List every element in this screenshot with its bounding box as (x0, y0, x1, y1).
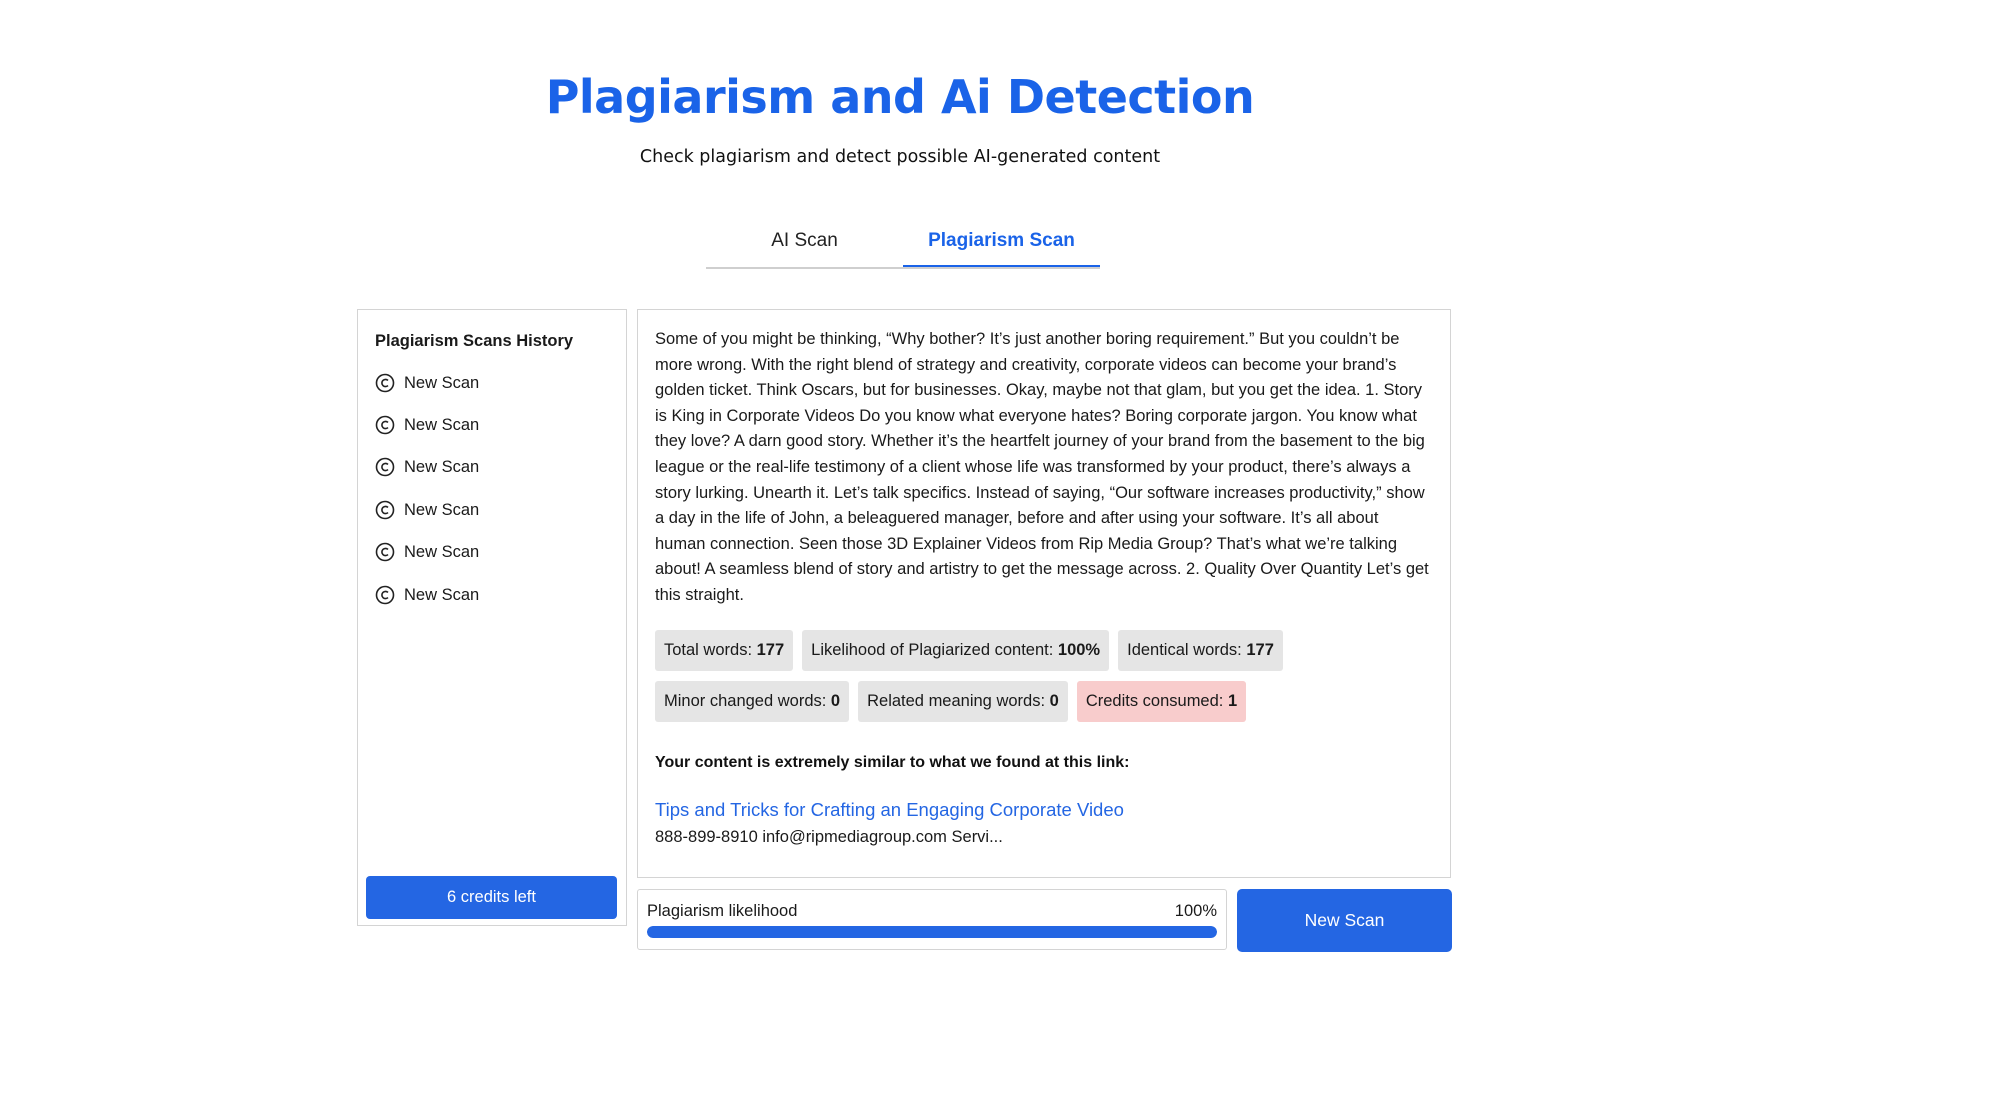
copyright-icon (375, 585, 395, 605)
history-item[interactable]: New Scan (375, 370, 479, 396)
copyright-icon (375, 500, 395, 520)
tab-ai-scan[interactable]: AI Scan (706, 224, 903, 265)
new-scan-button[interactable]: New Scan (1237, 889, 1452, 952)
history-item[interactable]: New Scan (375, 539, 479, 565)
page-title: Plagiarism and Ai Detection (545, 70, 1255, 124)
stat-label: Likelihood of Plagiarized content: (811, 641, 1058, 659)
plagiarism-likelihood-stat: Likelihood of Plagiarized content: 100% (802, 630, 1110, 671)
stat-value: 177 (1246, 641, 1274, 659)
stat-value: 0 (830, 692, 841, 710)
stat-value: 1 (1227, 692, 1238, 710)
related-meaning-words-stat: Related meaning words: 0 (858, 681, 1068, 722)
history-item-label: New Scan (404, 542, 480, 561)
scan-result-panel: Some of you might be thinking, “Why both… (637, 309, 1451, 878)
likelihood-value: 100% (1174, 902, 1217, 920)
scan-history-sidebar: Plagiarism Scans History New Scan New Sc… (357, 309, 627, 926)
stat-label: Minor changed words: (664, 692, 831, 710)
scan-tabs: AI Scan Plagiarism Scan (706, 224, 1100, 269)
copyright-icon (375, 373, 395, 393)
copyright-icon (375, 457, 395, 477)
stat-value: 0 (1049, 692, 1059, 710)
tab-plagiarism-scan[interactable]: Plagiarism Scan (903, 224, 1100, 267)
likelihood-label: Plagiarism likelihood (647, 902, 798, 920)
stat-label: Credits consumed: (1085, 692, 1228, 710)
page-subtitle: Check plagiarism and detect possible AI-… (639, 147, 1161, 167)
scanned-text: Some of you might be thinking, “Why both… (655, 330, 1429, 604)
identical-words-stat: Identical words: 177 (1118, 630, 1283, 671)
stat-label: Total words: (664, 641, 757, 659)
history-item-label: New Scan (404, 500, 480, 519)
credits-consumed-stat: Credits consumed: 1 (1076, 681, 1247, 722)
source-snippet: 888-899-8910 info@ripmediagroup.com Serv… (655, 828, 1003, 846)
plagiarism-likelihood-meter: Plagiarism likelihood 100% (637, 889, 1227, 950)
total-words-stat: Total words: 177 (655, 630, 794, 671)
minor-changed-words-stat: Minor changed words: 0 (655, 681, 850, 722)
history-item-label: New Scan (404, 415, 480, 434)
stat-value: 100% (1057, 641, 1101, 659)
stats-row: Minor changed words: 0 Related meaning w… (655, 681, 1247, 722)
source-link[interactable]: Tips and Tricks for Crafting an Engaging… (655, 799, 1124, 821)
history-item[interactable]: New Scan (375, 497, 479, 523)
history-item[interactable]: New Scan (375, 454, 479, 480)
stat-label: Identical words: (1127, 641, 1247, 659)
history-item[interactable]: New Scan (375, 582, 479, 608)
copyright-icon (375, 415, 395, 435)
likelihood-progress-track (647, 926, 1217, 938)
history-item-label: New Scan (404, 457, 480, 476)
credits-left-badge: 6 credits left (366, 876, 617, 919)
stat-label: Related meaning words: (867, 692, 1050, 710)
similarity-heading: Your content is extremely similar to wha… (655, 754, 1130, 771)
history-item-label: New Scan (404, 585, 480, 604)
history-item[interactable]: New Scan (375, 412, 479, 438)
history-item-label: New Scan (404, 373, 480, 392)
copyright-icon (375, 542, 395, 562)
stat-value: 177 (756, 641, 785, 659)
stats-row: Total words: 177 Likelihood of Plagiariz… (655, 630, 1283, 671)
sidebar-title: Plagiarism Scans History (375, 332, 574, 350)
likelihood-progress-fill (647, 926, 1217, 938)
